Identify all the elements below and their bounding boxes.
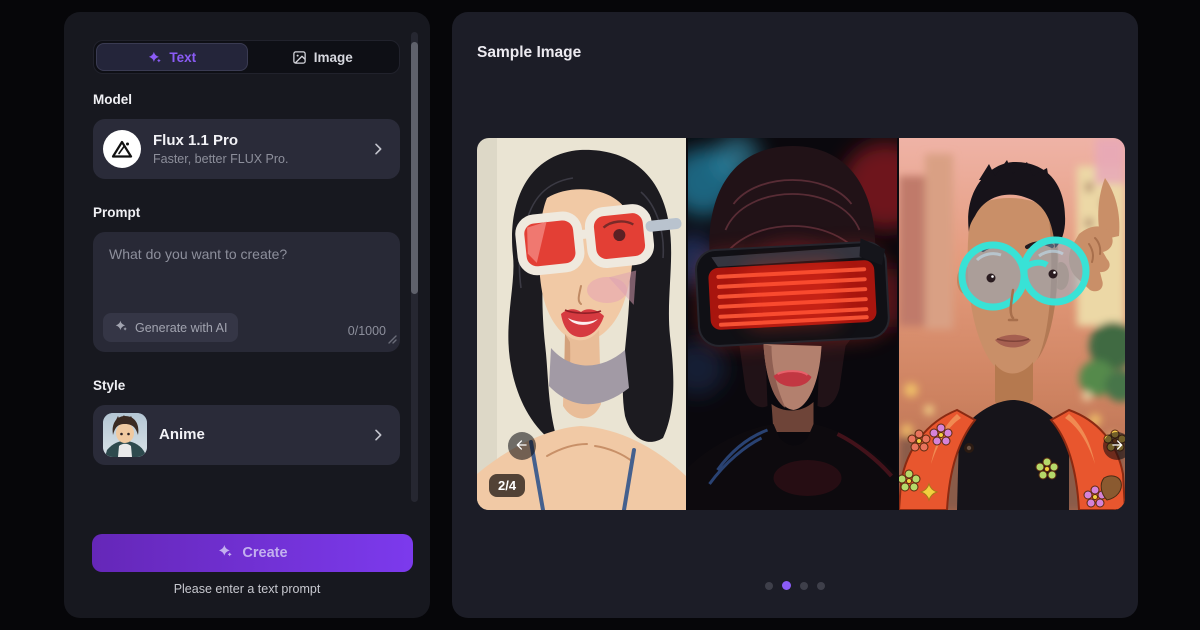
- carousel-next-button[interactable]: [1103, 432, 1125, 460]
- model-description: Faster, better FLUX Pro.: [153, 152, 358, 166]
- sample-image-1: [477, 138, 686, 510]
- flux-logo-icon: [103, 130, 141, 168]
- page-counter-badge: 2/4: [489, 474, 525, 497]
- create-button[interactable]: Create: [92, 534, 413, 572]
- model-section-label: Model: [93, 92, 400, 107]
- photo-icon: [292, 50, 307, 65]
- tab-text-label: Text: [169, 50, 196, 65]
- arrow-left-icon: [515, 438, 529, 455]
- prompt-box: Generate with AI 0/1000: [93, 232, 400, 352]
- tab-image[interactable]: Image: [248, 43, 398, 71]
- generate-with-ai-label: Generate with AI: [135, 321, 227, 335]
- sample-image-3: [899, 138, 1125, 510]
- carousel-slide-2: [688, 138, 897, 510]
- carousel-slide-3: [899, 138, 1125, 510]
- style-selector[interactable]: Anime: [93, 405, 400, 465]
- sample-panel: Sample Image: [452, 12, 1138, 618]
- carousel-slide-1: 2/4: [477, 138, 686, 510]
- model-name: Flux 1.1 Pro: [153, 132, 358, 149]
- generation-sidebar: Text Image Model: [64, 12, 430, 618]
- model-selector[interactable]: Flux 1.1 Pro Faster, better FLUX Pro.: [93, 119, 400, 179]
- style-name: Anime: [159, 426, 205, 443]
- create-button-label: Create: [242, 545, 287, 561]
- mode-tabs: Text Image: [93, 40, 400, 74]
- tab-text[interactable]: Text: [96, 43, 248, 71]
- sparkles-icon: [114, 319, 128, 336]
- sparkles-icon: [147, 50, 162, 65]
- carousel-prev-button[interactable]: [508, 432, 536, 460]
- carousel-dots: [452, 581, 1138, 590]
- arrow-right-icon: [1110, 438, 1124, 455]
- chevron-right-icon: [370, 141, 386, 157]
- style-section-label: Style: [93, 378, 400, 393]
- carousel-dot[interactable]: [817, 582, 825, 590]
- sample-image-2: [688, 138, 897, 510]
- carousel-dot[interactable]: [782, 581, 791, 590]
- resize-handle[interactable]: [387, 331, 397, 349]
- tab-image-label: Image: [314, 50, 353, 65]
- sidebar-scrollbar-thumb[interactable]: [411, 42, 418, 294]
- generate-with-ai-button[interactable]: Generate with AI: [103, 313, 238, 342]
- sparkles-icon: [217, 543, 233, 563]
- prompt-section-label: Prompt: [93, 205, 400, 220]
- app-background: Text Image Model: [0, 0, 1200, 630]
- char-counter: 0/1000: [348, 324, 386, 338]
- chevron-right-icon: [370, 427, 386, 443]
- panel-title: Sample Image: [477, 44, 581, 62]
- carousel-dot[interactable]: [800, 582, 808, 590]
- carousel-dot[interactable]: [765, 582, 773, 590]
- anime-style-thumbnail: [103, 413, 147, 457]
- sidebar-scrollbar-track: [411, 32, 418, 502]
- sample-carousel: 2/4: [477, 138, 1125, 510]
- create-helper-text: Please enter a text prompt: [64, 582, 430, 596]
